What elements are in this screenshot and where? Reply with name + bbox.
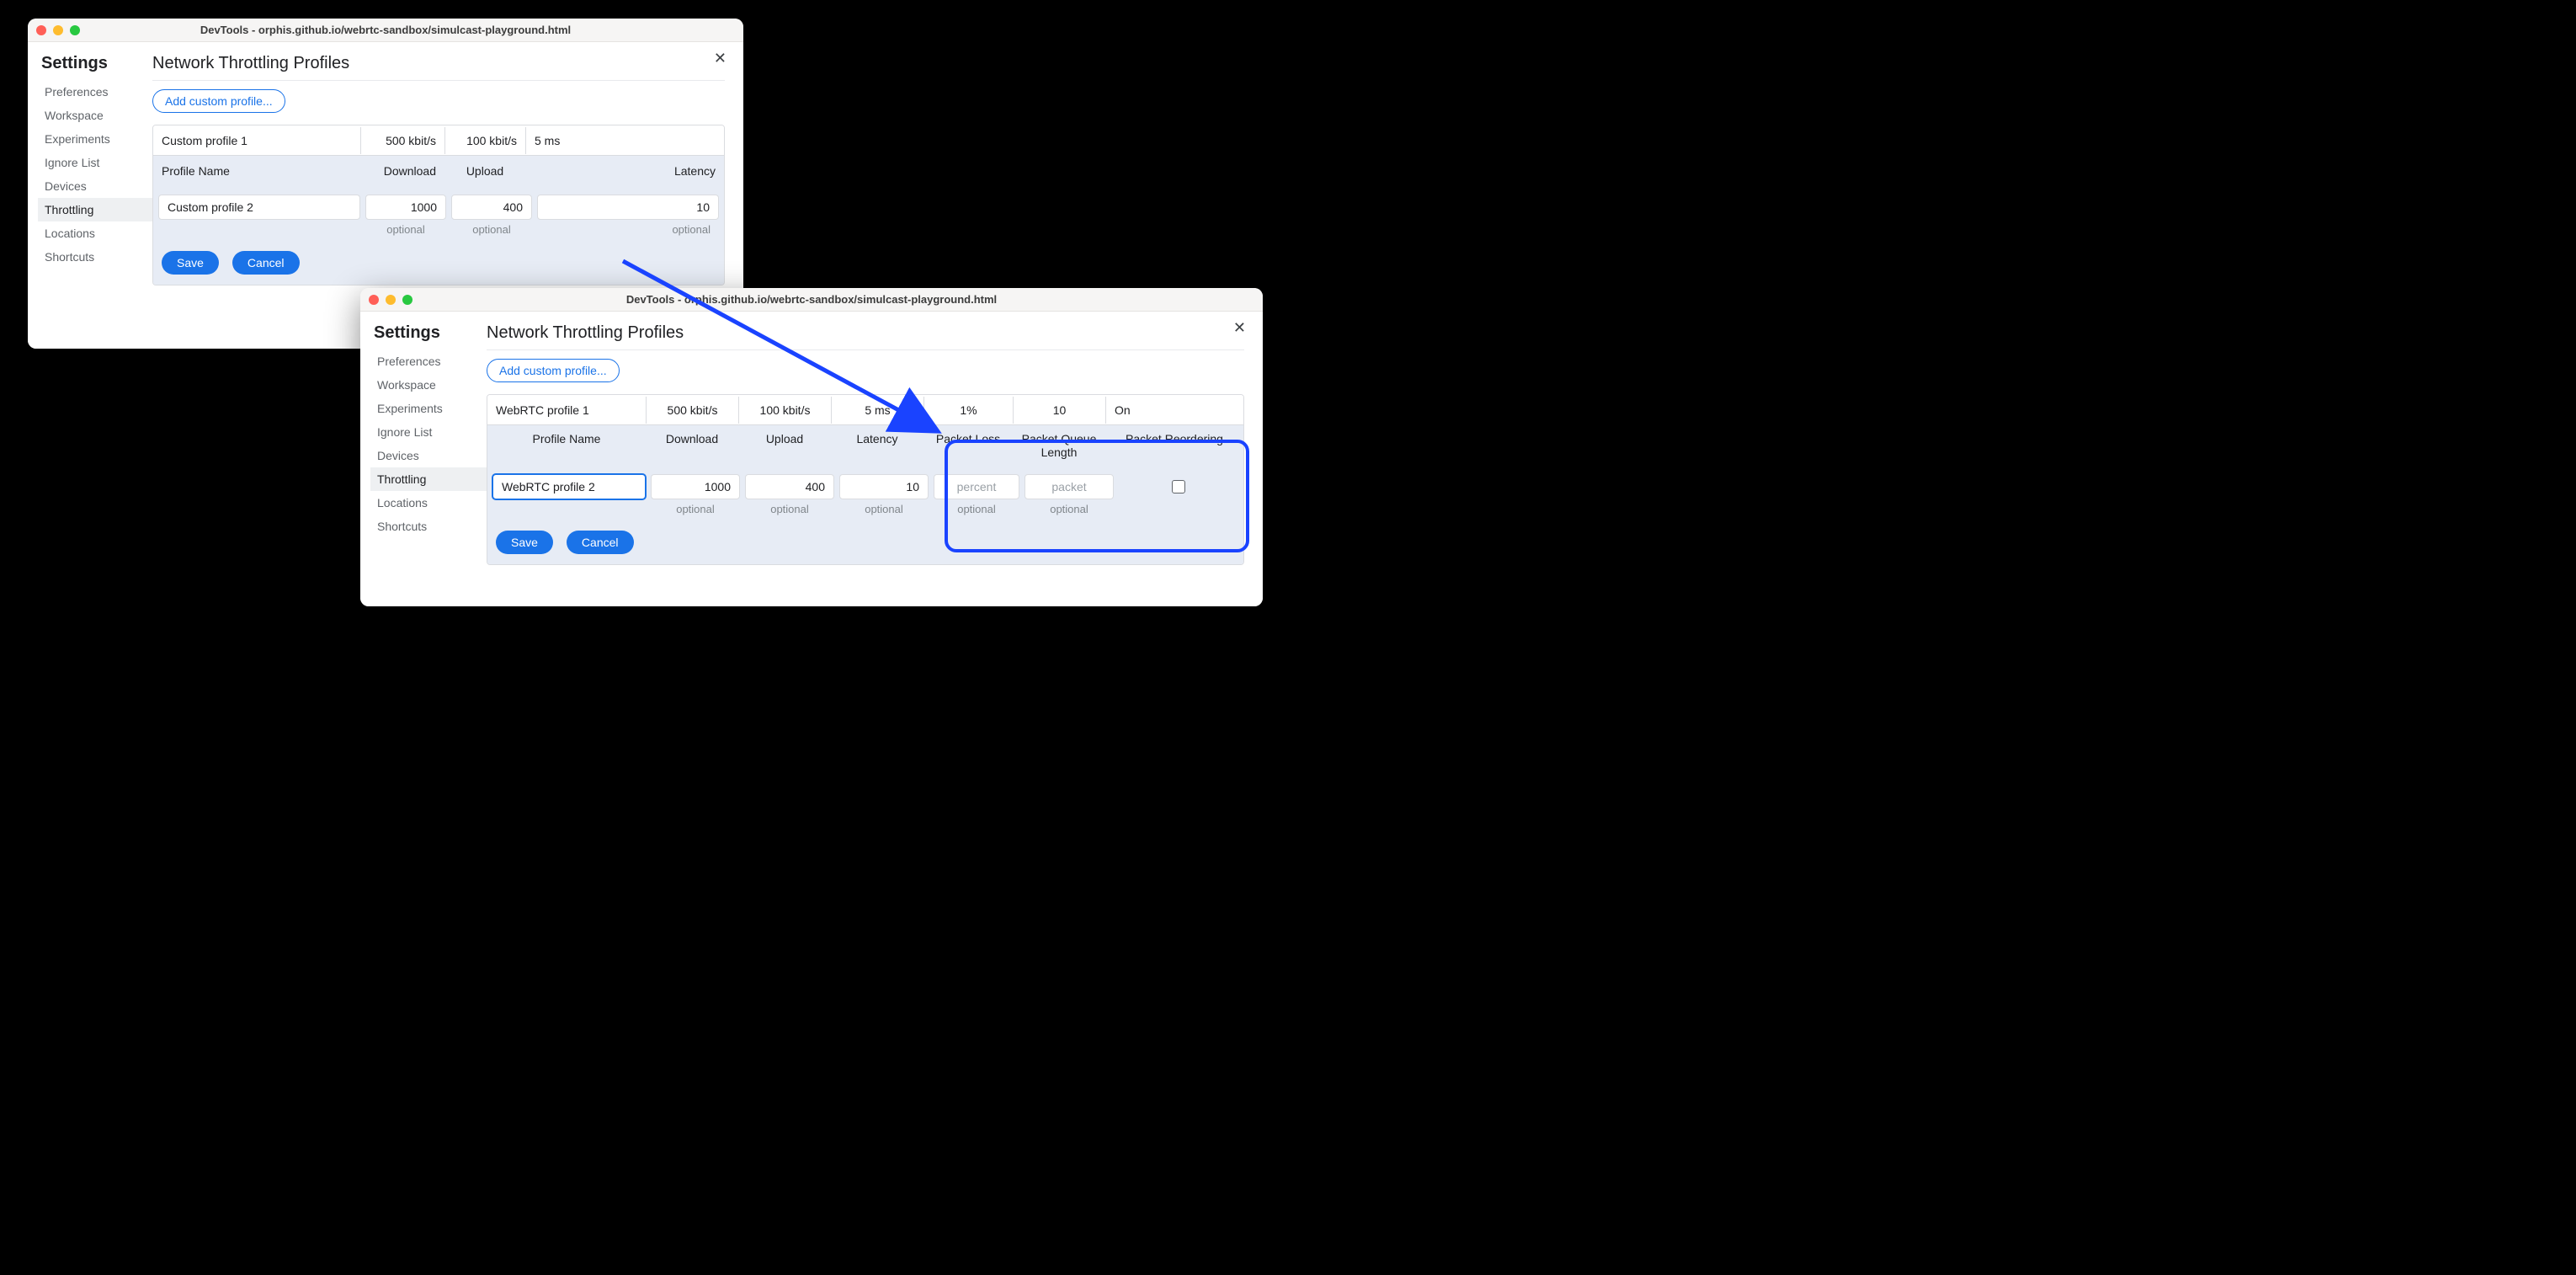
zoom-dot-icon[interactable] bbox=[402, 295, 412, 305]
packet-loss-hint: optional bbox=[934, 503, 1019, 515]
upload-input[interactable]: 400 bbox=[745, 474, 834, 499]
col-packet-queue: Packet Queue Length bbox=[1013, 425, 1105, 466]
sidebar-item-shortcuts[interactable]: Shortcuts bbox=[38, 245, 152, 269]
profile-name-input[interactable]: WebRTC profile 2 bbox=[492, 474, 646, 499]
latency-hint: optional bbox=[839, 503, 929, 515]
edit-row: WebRTC profile 2 1000 400 10 percent pac… bbox=[487, 466, 1243, 503]
packet-queue-cell: 10 bbox=[1013, 397, 1105, 424]
table-header-row: Profile Name Download Upload Latency Pac… bbox=[487, 425, 1243, 466]
sidebar-item-shortcuts[interactable]: Shortcuts bbox=[370, 515, 487, 538]
page-title: Network Throttling Profiles bbox=[152, 54, 725, 81]
traffic-lights bbox=[369, 295, 412, 305]
sidebar-item-devices[interactable]: Devices bbox=[370, 444, 487, 467]
packet-queue-hint: optional bbox=[1025, 503, 1114, 515]
sidebar-item-preferences[interactable]: Preferences bbox=[38, 80, 152, 104]
save-button[interactable]: Save bbox=[162, 251, 219, 275]
col-latency: Latency bbox=[525, 157, 724, 184]
hints-row: optional optional optional optional opti… bbox=[487, 503, 1243, 524]
sidebar-item-ignore-list[interactable]: Ignore List bbox=[370, 420, 487, 444]
upload-hint: optional bbox=[745, 503, 834, 515]
throttling-profiles-table: Custom profile 1 500 kbit/s 100 kbit/s 5… bbox=[152, 125, 725, 285]
table-header-row: Profile Name Download Upload Latency bbox=[153, 156, 724, 186]
latency-cell: 5 ms bbox=[831, 397, 923, 424]
latency-hint: optional bbox=[537, 223, 719, 236]
upload-hint: optional bbox=[451, 223, 532, 236]
col-packet-reordering: Packet Reordering bbox=[1105, 425, 1243, 452]
latency-cell: 5 ms bbox=[525, 127, 724, 154]
packet-reordering-cell: On bbox=[1105, 397, 1243, 424]
minimize-dot-icon[interactable] bbox=[386, 295, 396, 305]
download-cell: 500 kbit/s bbox=[646, 397, 738, 424]
sidebar-item-workspace[interactable]: Workspace bbox=[370, 373, 487, 397]
col-download: Download bbox=[646, 425, 738, 452]
col-upload: Upload bbox=[444, 157, 525, 184]
download-input[interactable]: 1000 bbox=[365, 195, 446, 220]
download-cell: 500 kbit/s bbox=[360, 127, 444, 154]
traffic-lights bbox=[36, 25, 80, 35]
window-title: DevTools - orphis.github.io/webrtc-sandb… bbox=[360, 293, 1263, 306]
sidebar-item-workspace[interactable]: Workspace bbox=[38, 104, 152, 127]
close-icon[interactable]: ✕ bbox=[1233, 320, 1246, 335]
sidebar-item-ignore-list[interactable]: Ignore List bbox=[38, 151, 152, 174]
hints-row: optional optional optional bbox=[153, 223, 724, 244]
button-row: Save Cancel bbox=[487, 524, 1243, 564]
sidebar-item-locations[interactable]: Locations bbox=[38, 221, 152, 245]
close-dot-icon[interactable] bbox=[36, 25, 46, 35]
settings-sidebar: Settings Preferences Workspace Experimen… bbox=[28, 42, 152, 349]
table-row[interactable]: WebRTC profile 1 500 kbit/s 100 kbit/s 5… bbox=[487, 395, 1243, 425]
close-dot-icon[interactable] bbox=[369, 295, 379, 305]
sidebar-item-throttling[interactable]: Throttling bbox=[370, 467, 487, 491]
zoom-dot-icon[interactable] bbox=[70, 25, 80, 35]
window-title: DevTools - orphis.github.io/webrtc-sandb… bbox=[28, 24, 743, 36]
download-input[interactable]: 1000 bbox=[651, 474, 740, 499]
packet-loss-cell: 1% bbox=[923, 397, 1013, 424]
upload-cell: 100 kbit/s bbox=[444, 127, 525, 154]
sidebar-item-devices[interactable]: Devices bbox=[38, 174, 152, 198]
profile-name-cell: Custom profile 1 bbox=[153, 127, 360, 154]
sidebar-item-locations[interactable]: Locations bbox=[370, 491, 487, 515]
titlebar: DevTools - orphis.github.io/webrtc-sandb… bbox=[360, 288, 1263, 312]
page-title: Network Throttling Profiles bbox=[487, 323, 1244, 350]
cancel-button[interactable]: Cancel bbox=[232, 251, 300, 275]
packet-loss-input[interactable]: percent bbox=[934, 474, 1019, 499]
sidebar-item-throttling[interactable]: Throttling bbox=[38, 198, 152, 221]
sidebar-item-experiments[interactable]: Experiments bbox=[370, 397, 487, 420]
close-icon[interactable]: ✕ bbox=[714, 51, 726, 66]
add-custom-profile-button[interactable]: Add custom profile... bbox=[487, 359, 620, 382]
upload-input[interactable]: 400 bbox=[451, 195, 532, 220]
save-button[interactable]: Save bbox=[496, 531, 553, 554]
sidebar-item-preferences[interactable]: Preferences bbox=[370, 349, 487, 373]
col-upload: Upload bbox=[738, 425, 831, 452]
packet-reordering-checkbox[interactable] bbox=[1172, 480, 1185, 493]
devtools-window-after: DevTools - orphis.github.io/webrtc-sandb… bbox=[360, 288, 1263, 606]
table-row[interactable]: Custom profile 1 500 kbit/s 100 kbit/s 5… bbox=[153, 125, 724, 156]
download-hint: optional bbox=[651, 503, 740, 515]
profile-name-cell: WebRTC profile 1 bbox=[487, 397, 646, 424]
col-download: Download bbox=[360, 157, 444, 184]
latency-input[interactable]: 10 bbox=[839, 474, 929, 499]
latency-input[interactable]: 10 bbox=[537, 195, 719, 220]
settings-sidebar: Settings Preferences Workspace Experimen… bbox=[360, 312, 487, 606]
col-profile-name: Profile Name bbox=[153, 157, 360, 184]
add-custom-profile-button[interactable]: Add custom profile... bbox=[152, 89, 285, 113]
main-panel: ✕ Network Throttling Profiles Add custom… bbox=[487, 312, 1263, 606]
throttling-profiles-table: WebRTC profile 1 500 kbit/s 100 kbit/s 5… bbox=[487, 394, 1244, 565]
settings-heading: Settings bbox=[370, 323, 487, 343]
col-latency: Latency bbox=[831, 425, 923, 452]
cancel-button[interactable]: Cancel bbox=[567, 531, 634, 554]
packet-queue-input[interactable]: packet bbox=[1025, 474, 1114, 499]
profile-name-input[interactable]: Custom profile 2 bbox=[158, 195, 360, 220]
button-row: Save Cancel bbox=[153, 244, 724, 285]
upload-cell: 100 kbit/s bbox=[738, 397, 831, 424]
sidebar-item-experiments[interactable]: Experiments bbox=[38, 127, 152, 151]
minimize-dot-icon[interactable] bbox=[53, 25, 63, 35]
download-hint: optional bbox=[365, 223, 446, 236]
col-profile-name: Profile Name bbox=[487, 425, 646, 452]
titlebar: DevTools - orphis.github.io/webrtc-sandb… bbox=[28, 19, 743, 42]
edit-row: Custom profile 2 1000 400 10 bbox=[153, 186, 724, 223]
settings-heading: Settings bbox=[38, 54, 152, 73]
col-packet-loss: Packet Loss bbox=[923, 425, 1013, 452]
